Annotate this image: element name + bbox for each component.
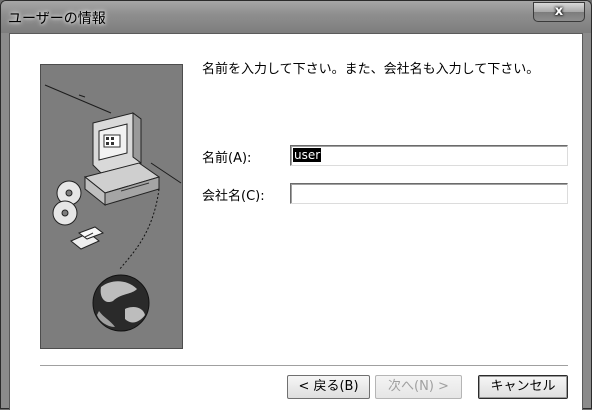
floppy-disk-icon [70,226,105,250]
wizard-illustration [40,64,183,349]
button-separator [40,365,568,367]
company-field[interactable] [290,183,568,204]
next-button[interactable]: 次へ(N) > [375,375,462,399]
cd-disc-icon [52,180,82,226]
instruction-text: 名前を入力して下さい。また、会社名も入力して下さい。 [202,62,540,77]
swoosh-line [44,84,112,114]
name-label: 名前(A): [202,147,251,166]
company-label: 会社名(C): [202,185,265,204]
window-title: ユーザーの情報 [8,11,106,27]
swoosh-line [78,94,86,98]
computer-icon [83,112,161,207]
name-field-value: user [293,148,322,162]
globe-icon [92,274,150,332]
close-button[interactable]: x [533,2,585,22]
name-label-text: 名前(A): [202,151,252,166]
network-link-line [118,188,160,271]
title-bar[interactable]: ユーザーの情報 x [1,1,591,33]
cancel-button[interactable]: キャンセル [478,375,568,399]
company-label-text: 会社名(C): [202,189,265,204]
wizard-illustration-art [44,84,182,332]
dialog-window: ユーザーの情報 x 名前を入力して下さい。また、会社名も入力して下さい。 名前(… [0,0,592,410]
name-field[interactable]: user [290,145,568,166]
dialog-client-area: 名前を入力して下さい。また、会社名も入力して下さい。 名前(A): user 会… [9,33,583,410]
back-button[interactable]: < 戻る(B) [287,375,370,399]
